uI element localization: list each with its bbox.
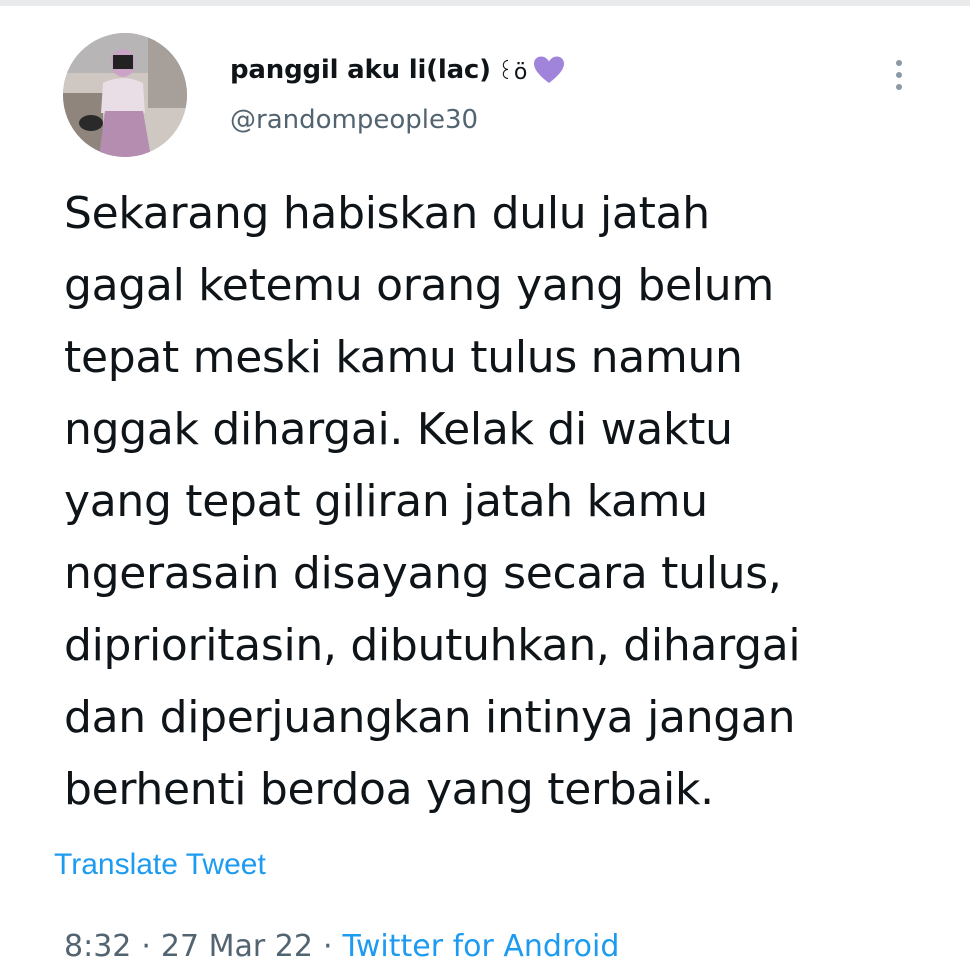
- display-name[interactable]: panggil aku li(lac): [230, 55, 491, 85]
- tweet-text-line: tepat meski kamu tulus namun: [64, 332, 743, 383]
- avatar[interactable]: [63, 33, 187, 157]
- profile-photo-icon: [63, 33, 187, 157]
- tweet-text-line: yang tepat giliran jatah kamu: [64, 476, 708, 527]
- translate-tweet-link[interactable]: Translate Tweet: [54, 848, 266, 882]
- tweet-time[interactable]: 8:32: [64, 929, 131, 964]
- tweet-date[interactable]: 27 Mar 22: [161, 929, 313, 964]
- meta-separator: ·: [322, 928, 333, 964]
- meta-separator: ·: [141, 928, 151, 964]
- tweet-text-line: ngerasain disayang secara tulus,: [64, 548, 782, 599]
- display-name-emoji: ꒰ö: [496, 59, 528, 85]
- tweet-text-line: dan diperjuangkan intinya jangan: [64, 692, 796, 743]
- tweet-text-line: Sekarang habiskan dulu jatah: [64, 188, 710, 239]
- tweet-text: Sekarang habiskan dulu jatah gagal ketem…: [64, 178, 944, 826]
- purple-heart-icon: [533, 55, 565, 85]
- tweet-text-line: diprioritasin, dibutuhkan, dihargai: [64, 620, 801, 671]
- tweet-text-line: nggak dihargai. Kelak di waktu: [64, 404, 733, 455]
- tweet-text-line: berhenti berdoa yang terbaik.: [64, 764, 714, 815]
- tweet-meta: 8:32 · 27 Mar 22 · Twitter for Android: [64, 924, 619, 968]
- tweet-text-line: gagal ketemu orang yang belum: [64, 260, 774, 311]
- handle[interactable]: @randompeople30: [230, 105, 478, 135]
- display-name-row[interactable]: panggil aku li(lac) ꒰ö: [230, 50, 565, 90]
- more-options-icon[interactable]: [885, 55, 913, 95]
- tweet-source-link[interactable]: Twitter for Android: [343, 929, 620, 964]
- top-divider: [0, 0, 970, 6]
